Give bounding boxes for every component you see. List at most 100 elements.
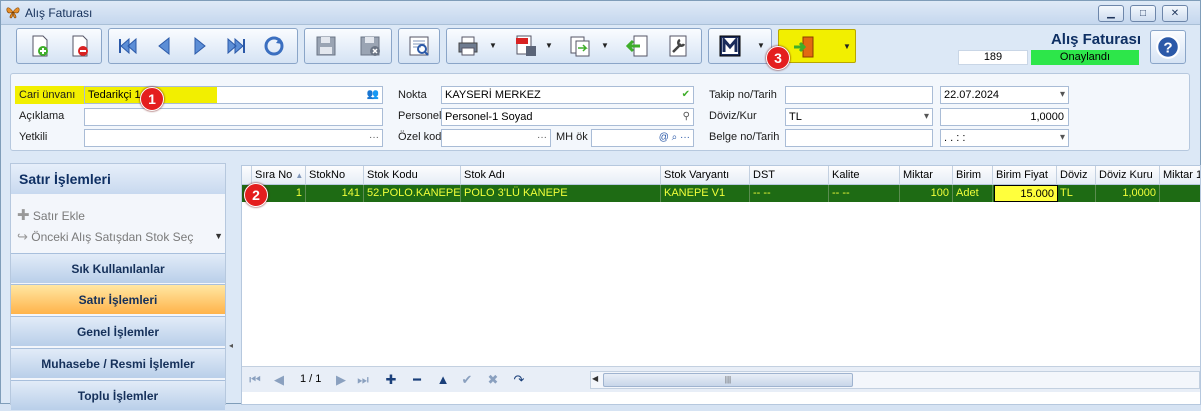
nav-prev-icon[interactable]: ◀ <box>270 371 288 389</box>
invoice-header-form: Cari ünvanı Tedarikçi 1 👥 Açıklama Yetki… <box>10 73 1190 151</box>
cell-miktar[interactable]: 100 <box>900 185 953 202</box>
nav-last-icon[interactable]: ⏭ <box>354 371 372 389</box>
col-kalite[interactable]: Kalite <box>829 166 900 185</box>
nokta-field[interactable]: KAYSERİ MERKEZ ✔ <box>441 86 694 104</box>
doviz-dropdown-icon[interactable]: ▾ <box>924 109 929 125</box>
mh-ok-field[interactable]: @ ⌕ ··· <box>591 129 694 147</box>
close-button[interactable]: ✕ <box>1162 5 1188 22</box>
col-stok-adi[interactable]: Stok Adı <box>461 166 661 185</box>
minimize-button[interactable]: ▁ <box>1098 5 1124 22</box>
nav-toplu-islemler[interactable]: Toplu İşlemler <box>11 380 225 410</box>
toolbar-group-module: ▼ <box>708 28 772 64</box>
cell-doviz-kuru[interactable]: 1,0000 <box>1096 185 1160 202</box>
import-button[interactable] <box>623 31 653 61</box>
col-miktar[interactable]: Miktar <box>900 166 953 185</box>
cari-unvani-field[interactable]: Tedarikçi 1 👥 <box>84 86 383 104</box>
nav-first-icon[interactable]: ⏮ <box>246 371 264 389</box>
horizontal-scrollbar[interactable]: ◀ ||| <box>590 371 1200 389</box>
panel-splitter[interactable]: ◂ <box>229 163 235 405</box>
preview-button[interactable] <box>404 31 434 61</box>
belge-date-field[interactable]: . . : : ▾ <box>940 129 1069 147</box>
onceki-alis-action[interactable]: ↪ Önceki Alış Satışdan Stok Seç ▼ <box>17 229 223 245</box>
delete-document-button[interactable] <box>65 31 95 61</box>
next-record-button[interactable] <box>185 31 215 61</box>
tools-button[interactable] <box>663 31 693 61</box>
cell-birim[interactable]: Adet <box>953 185 993 202</box>
date-dropdown-icon[interactable]: ▾ <box>1060 87 1065 103</box>
yetkili-ellipsis-icon[interactable]: ··· <box>369 130 379 146</box>
undo-icon[interactable]: ↷ <box>510 371 528 389</box>
col-miktar-1[interactable]: Miktar 1 <box>1160 166 1200 185</box>
col-birim[interactable]: Birim <box>953 166 993 185</box>
takip-no-field[interactable] <box>785 86 933 104</box>
doviz-select[interactable]: TL ▾ <box>785 108 933 126</box>
col-doviz-kuru[interactable]: Döviz Kuru <box>1096 166 1160 185</box>
cell-stok-varyanti[interactable]: KANEPE V1 <box>661 185 750 202</box>
refresh-button[interactable] <box>259 31 289 61</box>
copy-dropdown-icon[interactable]: ▼ <box>599 31 611 61</box>
col-doviz[interactable]: Döviz <box>1057 166 1096 185</box>
move-up-icon[interactable]: ▲ <box>434 371 452 389</box>
export-pdf-button[interactable] <box>511 31 541 61</box>
cell-stok-kodu[interactable]: 52.POLO.KANEPE <box>364 185 461 202</box>
cell-stok-adi[interactable]: POLO 3'LÜ KANEPE <box>461 185 661 202</box>
cell-miktar-1[interactable] <box>1160 185 1200 202</box>
belge-date-dropdown-icon[interactable]: ▾ <box>1060 130 1065 146</box>
scroll-left-icon[interactable]: ◀ <box>592 374 598 383</box>
scroll-thumb[interactable]: ||| <box>603 373 853 387</box>
col-dst[interactable]: DST <box>750 166 829 185</box>
cancel-icon[interactable]: ✖ <box>484 371 502 389</box>
cancel-save-button[interactable] <box>355 31 385 61</box>
module-button[interactable] <box>715 31 745 61</box>
col-birim-fiyat[interactable]: Birim Fiyat <box>993 166 1057 185</box>
ozel-kod-ellipsis-icon[interactable]: ··· <box>537 130 547 146</box>
cell-doviz[interactable]: TL <box>1057 185 1096 202</box>
copy-document-button[interactable] <box>565 31 595 61</box>
add-row-icon[interactable]: ✚ <box>382 371 400 389</box>
first-record-button[interactable] <box>113 31 143 61</box>
cell-kalite[interactable]: -- -- <box>829 185 900 202</box>
cell-birim-fiyat[interactable]: 15.000 <box>994 185 1058 202</box>
previous-record-button[interactable] <box>149 31 179 61</box>
col-stok-no[interactable]: StokNo <box>306 166 364 185</box>
belge-no-field[interactable] <box>785 129 933 147</box>
nav-muhasebe-resmi[interactable]: Muhasebe / Resmi İşlemler <box>11 348 225 378</box>
col-stok-kodu[interactable]: Stok Kodu <box>364 166 461 185</box>
person-search-icon[interactable]: ⚲ <box>683 109 690 125</box>
save-button[interactable] <box>311 31 341 61</box>
cell-dst[interactable]: -- -- <box>750 185 829 202</box>
confirm-icon[interactable]: ✔ <box>458 371 476 389</box>
status-badge: Onaylandı <box>1031 50 1139 65</box>
chevron-down-icon[interactable]: ▼ <box>214 231 223 241</box>
kur-field[interactable]: 1,0000 <box>940 108 1069 126</box>
nav-next-icon[interactable]: ▶ <box>332 371 350 389</box>
nav-satir-islemleri[interactable]: Satır İşlemleri <box>11 284 225 314</box>
exit-dropdown-icon[interactable]: ▼ <box>841 32 853 62</box>
remove-row-icon[interactable]: ━ <box>408 371 426 389</box>
satir-ekle-action[interactable]: ✚ Satır Ekle <box>17 206 85 224</box>
ozel-kod-field[interactable]: ··· <box>441 129 551 147</box>
table-row[interactable]: 1 141 52.POLO.KANEPE POLO 3'LÜ KANEPE KA… <box>242 185 1200 202</box>
takip-date-field[interactable]: 22.07.2024 ▾ <box>940 86 1069 104</box>
check-icon[interactable]: ✔ <box>682 87 690 103</box>
yetkili-field[interactable]: ··· <box>84 129 383 147</box>
cell-stok-no[interactable]: 141 <box>306 185 364 202</box>
aciklama-field[interactable] <box>84 108 383 126</box>
aciklama-label: Açıklama <box>19 110 65 122</box>
print-dropdown-icon[interactable]: ▼ <box>487 31 499 61</box>
col-stok-varyanti[interactable]: Stok Varyantı <box>661 166 750 185</box>
col-sira-no[interactable]: Sıra No ▲ <box>252 166 306 185</box>
people-icon[interactable]: 👥 <box>367 87 379 103</box>
nav-sik-kullanilanlar[interactable]: Sık Kullanılanlar <box>11 253 225 283</box>
print-button[interactable] <box>453 31 483 61</box>
personel-field[interactable]: Personel-1 Soyad ⚲ <box>441 108 694 126</box>
new-document-button[interactable] <box>25 31 55 61</box>
export-dropdown-icon[interactable]: ▼ <box>543 31 555 61</box>
annotation-badge-2: 2 <box>244 183 268 207</box>
maximize-button[interactable]: □ <box>1130 5 1156 22</box>
last-record-button[interactable] <box>221 31 251 61</box>
help-button[interactable]: ? <box>1150 30 1186 64</box>
email-icon[interactable]: @ ⌕ ··· <box>659 130 690 146</box>
nav-genel-islemler[interactable]: Genel İşlemler <box>11 316 225 346</box>
exit-button[interactable] <box>789 32 819 62</box>
